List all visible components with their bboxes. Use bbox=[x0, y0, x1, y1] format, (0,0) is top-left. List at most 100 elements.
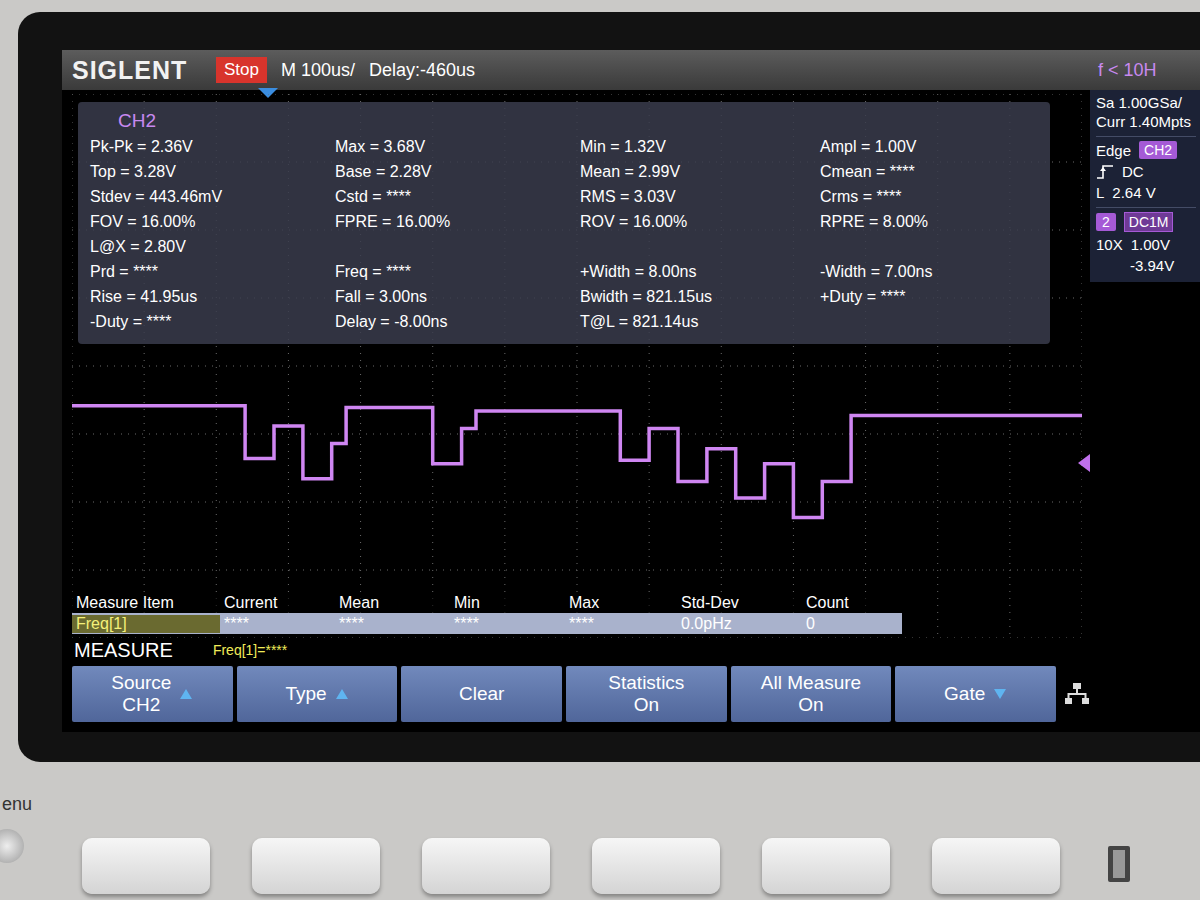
softkey[interactable]: StatisticsOn bbox=[566, 666, 727, 722]
measurement-value bbox=[335, 234, 580, 259]
measurement-value: Freq = **** bbox=[335, 259, 580, 284]
grid-line bbox=[72, 638, 1082, 639]
grid-line bbox=[72, 434, 1082, 435]
memory-depth: Curr 1.40Mpts bbox=[1096, 113, 1196, 130]
measurement-value: FPRE = 16.00% bbox=[335, 209, 580, 234]
measurement-value bbox=[820, 234, 1040, 259]
measurement-value: RMS = 3.03V bbox=[580, 184, 820, 209]
grid-line bbox=[72, 502, 1082, 503]
trigger-level-label: L bbox=[1096, 184, 1104, 201]
softkey[interactable]: Type bbox=[237, 666, 398, 722]
measurement-value: Top = 3.28V bbox=[90, 159, 335, 184]
screen: SIGLENTStopM 100us/Delay:-460usf < 10HCH… bbox=[62, 50, 1200, 732]
statistics-row[interactable]: Freq[1]****************0.0pHz0 bbox=[72, 613, 902, 634]
column-header: Std-Dev bbox=[677, 594, 802, 612]
measurement-value: Cstd = **** bbox=[335, 184, 580, 209]
hardware-softkey[interactable] bbox=[762, 838, 890, 894]
grid-line bbox=[72, 94, 1082, 95]
measure-readout: Freq[1]=**** bbox=[213, 642, 287, 658]
up-arrow-icon bbox=[335, 688, 349, 700]
column-header: Current bbox=[220, 594, 335, 612]
probe-ratio: 10X bbox=[1096, 236, 1123, 253]
measurement-value: Crms = **** bbox=[820, 184, 1040, 209]
statistics-cell: 0 bbox=[802, 615, 902, 633]
side-panel: Sa 1.00GSa/Curr 1.40Mpts Edge CH2 DC L 2.64 V… bbox=[1090, 90, 1200, 732]
statistics-table: Measure ItemCurrentMeanMinMaxStd-DevCoun… bbox=[72, 592, 902, 634]
grid-line bbox=[1082, 94, 1083, 638]
measurement-value: Rise = 41.95us bbox=[90, 284, 335, 309]
statistics-cell: Freq[1] bbox=[72, 615, 220, 633]
grid-line bbox=[72, 570, 1082, 571]
softkey[interactable]: All MeasureOn bbox=[731, 666, 892, 722]
front-panel: enu bbox=[0, 762, 1200, 900]
vertical-scale: 1.00V bbox=[1131, 236, 1170, 253]
grid-line bbox=[72, 366, 1082, 367]
measurement-value: -Duty = **** bbox=[90, 309, 335, 334]
waveform-plot: CH2Pk-Pk = 2.36VMax = 3.68VMin = 1.32VAm… bbox=[72, 94, 1082, 638]
measurement-value: Max = 3.68V bbox=[335, 134, 580, 159]
measurement-value: Fall = 3.00ns bbox=[335, 284, 580, 309]
column-header: Mean bbox=[335, 594, 450, 612]
measurement-value bbox=[580, 234, 820, 259]
up-arrow-icon bbox=[179, 688, 193, 700]
measurement-value: +Width = 8.00ns bbox=[580, 259, 820, 284]
column-header: Max bbox=[565, 594, 677, 612]
measurement-value: Pk-Pk = 2.36V bbox=[90, 134, 335, 159]
menu-label: enu bbox=[2, 794, 32, 815]
softkey[interactable]: Clear bbox=[401, 666, 562, 722]
column-header: Count bbox=[802, 594, 902, 612]
softkey[interactable]: SourceCH2 bbox=[72, 666, 233, 722]
measurement-panel: CH2Pk-Pk = 2.36VMax = 3.68VMin = 1.32VAm… bbox=[78, 102, 1050, 344]
trigger-box[interactable]: Edge CH2 DC L 2.64 V bbox=[1096, 136, 1196, 201]
measurement-value: RPRE = 8.00% bbox=[820, 209, 1040, 234]
channel-offset-icon[interactable] bbox=[1078, 454, 1090, 472]
softkey[interactable]: Gate bbox=[895, 666, 1056, 722]
channel-box[interactable]: 2DC1M10X1.00V-3.94V bbox=[1096, 207, 1196, 274]
measurement-value: ROV = 16.00% bbox=[580, 209, 820, 234]
hardware-softkey[interactable] bbox=[422, 838, 550, 894]
channel-coupling: DC1M bbox=[1124, 212, 1174, 232]
oscilloscope: SIGLENTStopM 100us/Delay:-460usf < 10HCH… bbox=[0, 0, 1200, 900]
measurement-value: -Width = 7.00ns bbox=[820, 259, 1040, 284]
timebase[interactable]: M 100us/ bbox=[281, 60, 355, 81]
waveform-trace bbox=[72, 406, 1082, 518]
measurement-value: Stdev = 443.46mV bbox=[90, 184, 335, 209]
measurement-value: T@L = 821.14us bbox=[580, 309, 820, 334]
statistics-cell: **** bbox=[450, 615, 565, 633]
measurement-value: Bwidth = 821.15us bbox=[580, 284, 820, 309]
column-header: Measure Item bbox=[72, 594, 220, 612]
measurement-value: FOV = 16.00% bbox=[90, 209, 335, 234]
trigger-filter: f < 10H bbox=[1090, 60, 1190, 81]
sample-rate: Sa 1.00GSa/ bbox=[1096, 94, 1196, 111]
measurement-value: Min = 1.32V bbox=[580, 134, 820, 159]
screen-bezel: SIGLENTStopM 100us/Delay:-460usf < 10HCH… bbox=[18, 12, 1200, 762]
rising-edge-icon bbox=[1096, 164, 1114, 180]
statistics-header: Measure ItemCurrentMeanMinMaxStd-DevCoun… bbox=[72, 592, 902, 613]
hardware-softkey[interactable] bbox=[82, 838, 210, 894]
usb-port-icon bbox=[1100, 842, 1136, 886]
hardware-softkey[interactable] bbox=[252, 838, 380, 894]
run-state-badge[interactable]: Stop bbox=[216, 57, 267, 83]
power-knob-icon[interactable] bbox=[0, 829, 24, 863]
trigger-type: Edge bbox=[1096, 142, 1131, 159]
measurement-value: Prd = **** bbox=[90, 259, 335, 284]
measure-bar: MEASURE Freq[1]=**** bbox=[72, 638, 1090, 662]
trigger-source: CH2 bbox=[1139, 141, 1177, 159]
measurement-value: Delay = -8.00ns bbox=[335, 309, 580, 334]
down-arrow-icon bbox=[993, 688, 1007, 700]
trigger-position-icon[interactable] bbox=[258, 88, 278, 98]
column-header: Min bbox=[450, 594, 565, 612]
trigger-level: 2.64 V bbox=[1112, 184, 1155, 201]
statistics-cell: **** bbox=[565, 615, 677, 633]
trigger-coupling: DC bbox=[1122, 163, 1144, 180]
measurement-value: Cmean = **** bbox=[820, 159, 1040, 184]
menu-title: MEASURE bbox=[74, 639, 173, 662]
statistics-cell: **** bbox=[335, 615, 450, 633]
measurement-value: +Duty = **** bbox=[820, 284, 1040, 309]
measurement-value: Ampl = 1.00V bbox=[820, 134, 1040, 159]
network-icon bbox=[1064, 682, 1090, 706]
statistics-cell: 0.0pHz bbox=[677, 615, 802, 633]
delay[interactable]: Delay:-460us bbox=[369, 60, 475, 81]
hardware-softkey[interactable] bbox=[592, 838, 720, 894]
hardware-softkey[interactable] bbox=[932, 838, 1060, 894]
